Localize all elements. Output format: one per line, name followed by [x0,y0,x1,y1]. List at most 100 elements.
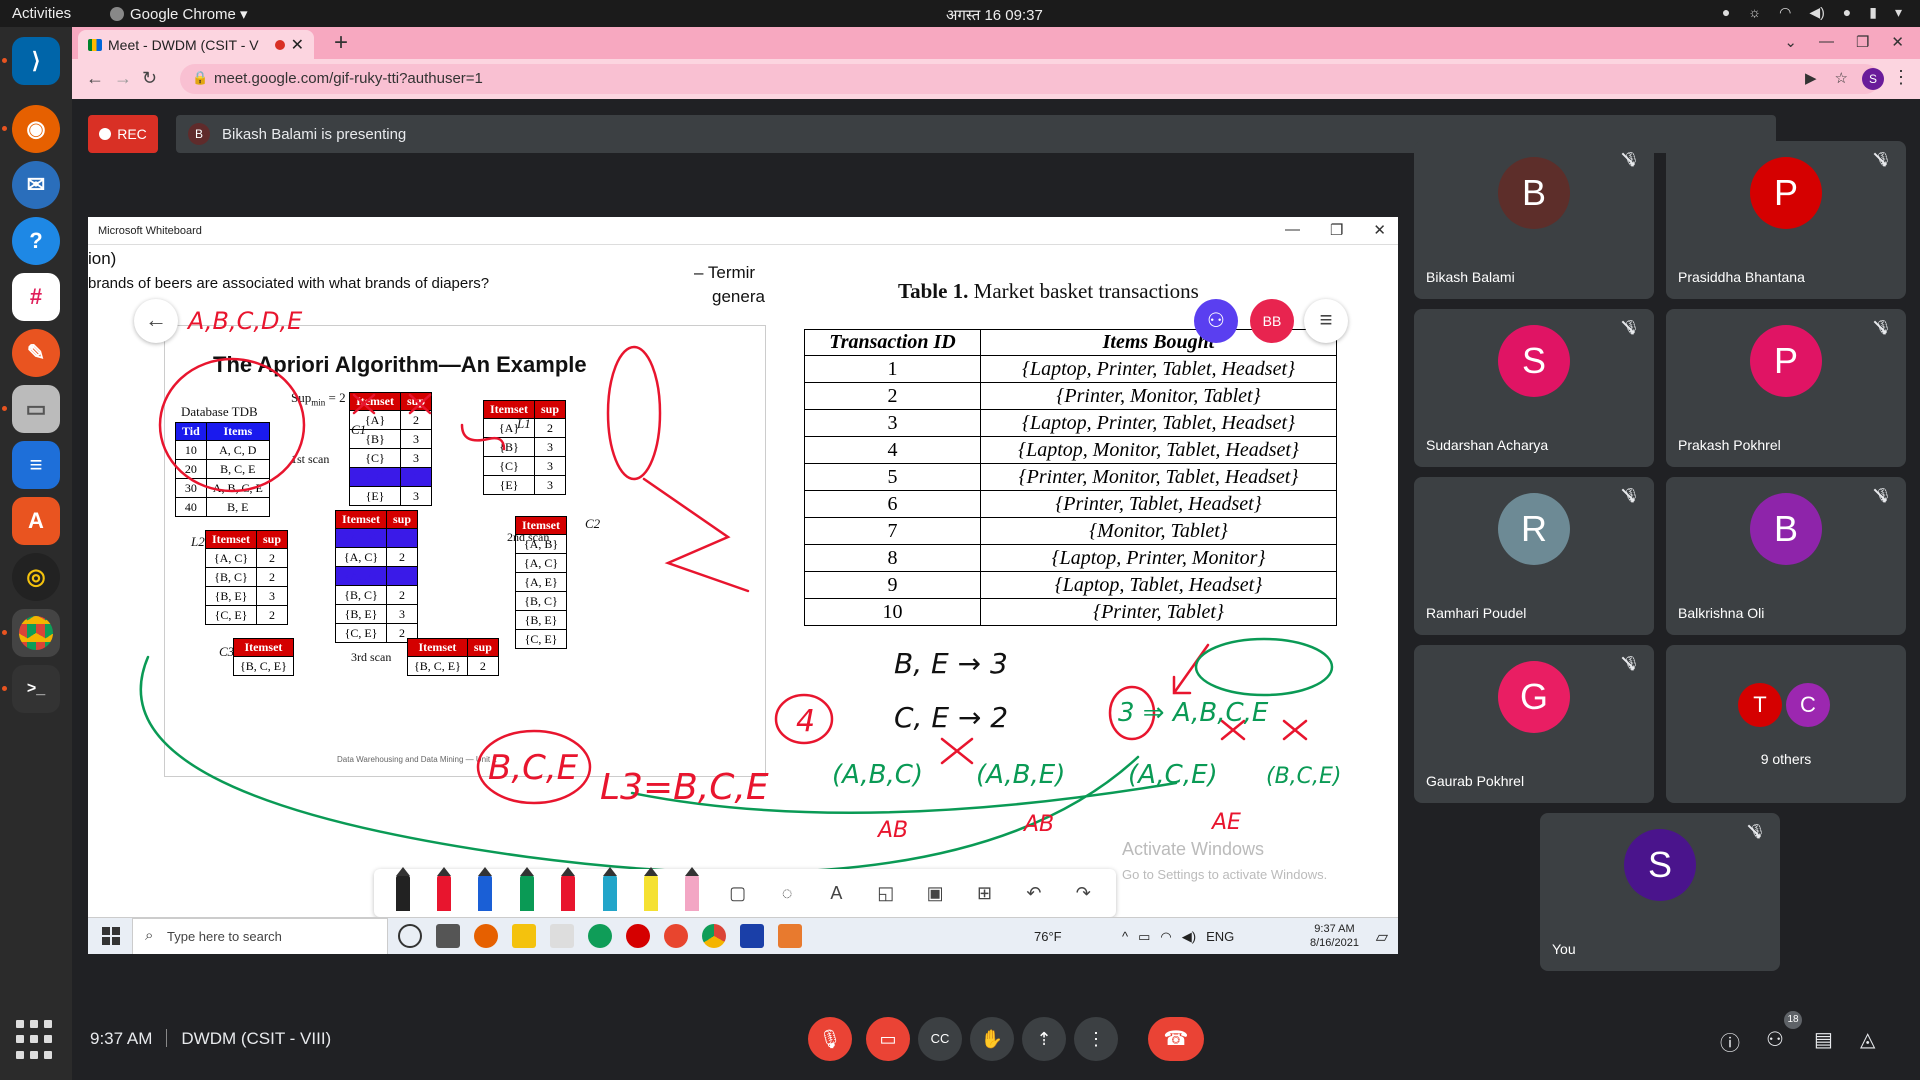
self-tile[interactable]: 🎙 S You [1540,813,1780,971]
tab-search-icon[interactable]: ⌄ [1784,33,1797,51]
profile-avatar[interactable]: S [1862,68,1884,90]
windows-search-box[interactable]: ⌕ Type here to search [132,918,388,954]
windows-clock[interactable]: 9:37 AM 8/16/2021 [1310,922,1359,950]
pen-black-icon[interactable] [395,867,410,911]
camera-toggle-button[interactable]: ▭ [866,1017,910,1061]
chevron-up-icon[interactable]: ^ [1122,929,1128,945]
camera-blocked-icon[interactable]: ▶ [1805,69,1817,87]
pen-green-icon[interactable] [519,867,534,911]
notification-icon[interactable]: ▱ [1376,927,1388,947]
whiteboard-user-avatar[interactable]: BB [1250,299,1294,343]
redo-icon[interactable]: ↷ [1072,883,1094,904]
people-icon[interactable]: ⚇ [1766,1027,1784,1052]
explorer-icon[interactable] [512,924,536,948]
insert-icon[interactable]: ⊞ [974,883,996,904]
powerpoint-icon[interactable] [778,924,802,948]
participant-tile[interactable]: 🎙 G Gaurab Pokhrel [1414,645,1654,803]
lang-label[interactable]: ENG [1206,929,1234,945]
chrome-menu-icon[interactable]: ⋮ [1892,67,1910,88]
close-tab-icon[interactable]: ✕ [291,35,304,55]
whiteboard-menu-icon[interactable]: ≡ [1304,299,1348,343]
terminal-icon[interactable]: >_ [2,665,60,713]
minimize-icon[interactable]: — [1819,33,1834,51]
opera-icon[interactable] [626,924,650,948]
back-icon[interactable]: ← [86,68,104,89]
chat-icon[interactable]: ▤ [1814,1027,1833,1052]
captions-button[interactable]: CC [918,1017,962,1061]
raise-hand-button[interactable]: ✋ [970,1017,1014,1061]
tool-icon[interactable]: ✎ [12,329,60,377]
network-icon[interactable]: ◠ [1160,929,1171,945]
activities-button[interactable]: Activities [12,5,71,22]
chrome-dock-icon[interactable] [2,609,60,657]
system-clock[interactable]: अगस्त 16 09:37 [946,5,1043,25]
system-tray[interactable]: ● ☼ ◠ ◀) ● ▮ ▾ [1722,4,1902,21]
participant-tile[interactable]: 🎙 R Ramhari Poudel [1414,477,1654,635]
others-tile[interactable]: T C 9 others [1666,645,1906,803]
activities-icon[interactable]: ◬ [1860,1027,1875,1052]
tab-meet[interactable]: Meet - DWDM (CSIT - V ✕ [78,30,314,59]
pen-red-icon[interactable] [437,867,452,911]
battery-icon[interactable]: ▭ [1138,929,1150,945]
task-view-icon[interactable] [436,924,460,948]
whiteboard-user-icon[interactable]: ⚇ [1194,299,1238,343]
help-icon[interactable]: ? [12,217,60,265]
restore-icon[interactable]: ❐ [1856,33,1869,51]
pen-red-2-icon[interactable] [561,867,576,911]
new-tab-button[interactable]: + [334,29,348,57]
wb-close-icon[interactable]: ✕ [1373,221,1386,239]
c2-label-right: C2 [585,516,601,531]
recording-badge[interactable]: REC [88,115,158,153]
edge-icon[interactable] [588,924,612,948]
participant-tile[interactable]: 🎙 P Prakash Pokhrel [1666,309,1906,467]
end-call-button[interactable]: ☎ [1148,1017,1204,1061]
volume-icon[interactable]: ◀) [1182,929,1196,945]
highlighter-icon[interactable] [643,867,658,911]
cortana-icon[interactable] [398,924,422,948]
wb-minimize-icon[interactable]: — [1285,221,1300,239]
image-icon[interactable]: ▣ [924,883,946,904]
participant-tile[interactable]: 🎙 S Sudarshan Acharya [1414,309,1654,467]
eraser-icon[interactable] [685,867,700,911]
participant-tile[interactable]: 🎙 B Bikash Balami [1414,141,1654,299]
app-menu[interactable]: Google Chrome ▾ [110,5,248,23]
mic-toggle-button[interactable]: 🎙 [808,1017,852,1061]
close-window-icon[interactable]: ✕ [1891,33,1904,51]
slack-icon[interactable]: # [12,273,60,321]
l1-cell: {A} [483,418,535,438]
reload-icon[interactable]: ↻ [142,68,157,89]
weather-text[interactable]: 76°F [1034,929,1062,944]
participant-tile[interactable]: 🎙 B Balkrishna Oli [1666,477,1906,635]
ruler-icon[interactable]: ▢ [727,883,749,904]
files-icon[interactable]: ▭ [2,385,60,433]
whiteboard-back-button[interactable]: ← [134,299,178,343]
present-button[interactable]: ⇡ [1022,1017,1066,1061]
lasso-icon[interactable]: ◌ [776,883,798,904]
vscode-icon[interactable]: ⟩ [2,37,60,85]
thunderbird-icon[interactable]: ✉ [12,161,60,209]
undo-icon[interactable]: ↶ [1023,883,1045,904]
participant-tile[interactable]: 🎙 P Prasiddha Bhantana [1666,141,1906,299]
pen-cyan-icon[interactable] [602,867,617,911]
bookmark-star-icon[interactable]: ☆ [1835,69,1848,87]
text-icon[interactable]: A [825,883,847,904]
note-icon[interactable]: ◱ [875,883,897,904]
firefox-icon[interactable]: ◉ [2,105,60,153]
whiteboard-app-icon[interactable] [740,924,764,948]
show-apps-icon[interactable] [16,1020,56,1060]
app-red-icon[interactable] [664,924,688,948]
win-chrome-icon[interactable] [702,924,726,948]
pen-blue-icon[interactable] [478,867,493,911]
forward-icon[interactable]: → [114,68,132,89]
writer-icon[interactable]: ≡ [12,441,60,489]
meeting-details-icon[interactable]: ⓘ [1720,1027,1740,1056]
windows-start-icon[interactable] [102,927,120,945]
address-bar[interactable]: 🔒 meet.google.com/gif-ruky-tti?authuser=… [180,64,1880,94]
rhythmbox-icon[interactable]: ◎ [12,553,60,601]
win-firefox-icon[interactable] [474,924,498,948]
wb-restore-icon[interactable]: ❐ [1330,221,1343,239]
more-options-button[interactable]: ⋮ [1074,1017,1118,1061]
software-icon[interactable]: A [12,497,60,545]
l2-header: Itemset [205,530,257,549]
notepad-icon[interactable] [550,924,574,948]
